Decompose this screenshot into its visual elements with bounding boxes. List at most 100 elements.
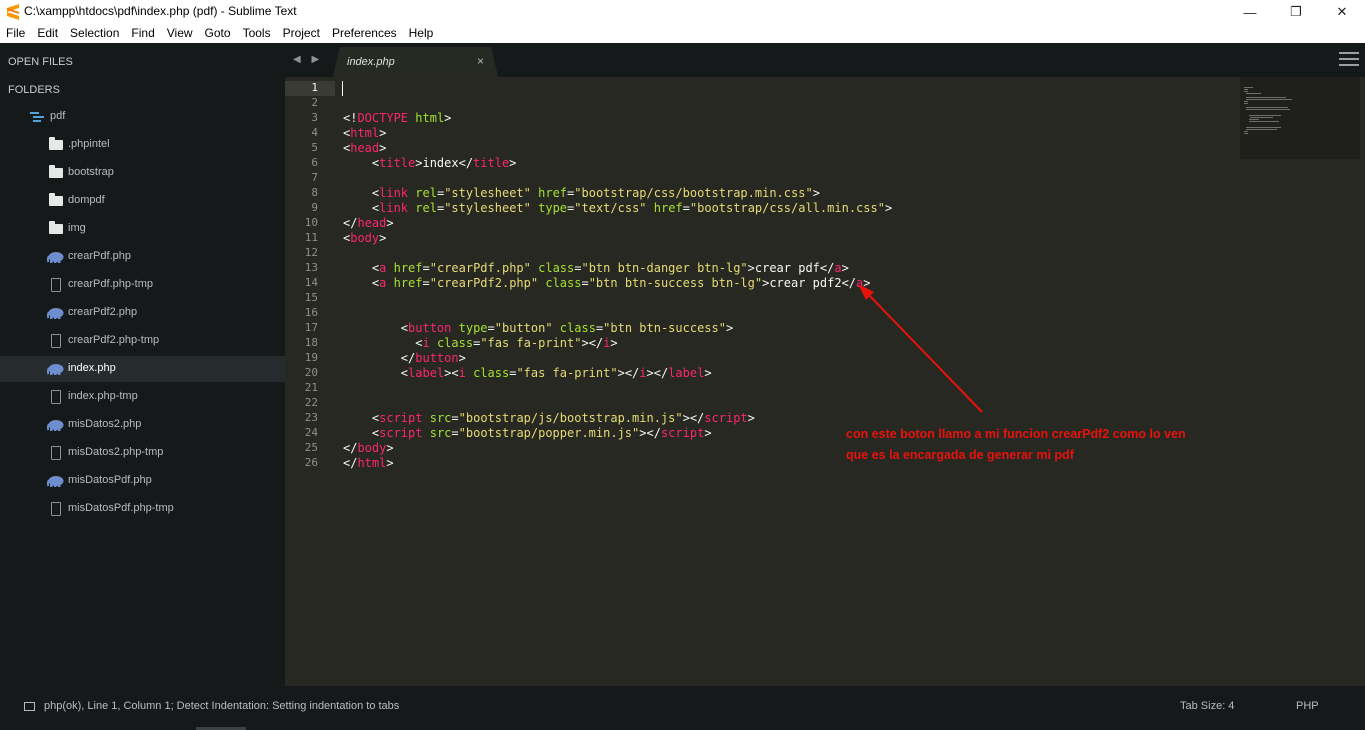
text-caret [342,81,343,96]
line-number: 9 [311,201,318,214]
minimap[interactable] [1240,77,1360,159]
tab-index-php[interactable]: index.php × [333,47,498,77]
minimap-line [1246,97,1286,98]
line-number: 14 [304,276,318,289]
code-line[interactable]: <script src="bootstrap/js/bootstrap.min.… [343,411,755,425]
code-line[interactable]: </html> [343,456,394,470]
sidebar-item-img[interactable]: img [0,216,285,242]
code-line[interactable]: <body> [343,231,386,245]
sidebar-item-misdatospdf-php-tmp[interactable]: misDatosPdf.php-tmp [0,496,285,522]
sidebar-item-misdatospdf-php[interactable]: misDatosPdf.php [0,468,285,494]
menu-edit[interactable]: Edit [31,26,64,40]
file-icon [51,502,61,516]
sidebar-item-label: crearPdf2.php [68,306,138,318]
sidebar-item-misdatos2-php-tmp[interactable]: misDatos2.php-tmp [0,440,285,466]
line-number: 13 [304,261,318,274]
root-folder-row[interactable]: pdf [0,104,285,130]
sidebar: OPEN FILES FOLDERS pdf .phpintel bootstra… [0,43,285,686]
php-elephant-icon [46,306,64,321]
line-number: 12 [304,246,318,259]
menu-preferences[interactable]: Preferences [326,26,403,40]
menu-goto[interactable]: Goto [199,26,237,40]
code-line[interactable]: <i class="fas fa-print"></i> [343,336,617,350]
menu-help[interactable]: Help [403,26,440,40]
line-number: 1 [311,81,318,94]
minimap-line [1244,103,1248,104]
code-line[interactable]: <a href="crearPdf.php" class="btn btn-da… [343,261,849,275]
code-line[interactable]: <!DOCTYPE html> [343,111,451,125]
code-line[interactable]: <label><i class="fas fa-print"></i></lab… [343,366,712,380]
close-window-button[interactable]: ✕ [1319,0,1365,24]
code-line[interactable]: <title>index</title> [343,156,517,170]
sidebar-item-label: bootstrap [68,166,114,178]
sidebar-item-dompdf[interactable]: dompdf [0,188,285,214]
tab-close-icon[interactable]: × [477,54,484,68]
minimap-line [1244,133,1249,134]
annotation-line-1: con este boton llamo a mi funcion crearP… [846,427,1186,441]
hamburger-menu-icon[interactable] [1339,52,1359,66]
line-number: 18 [304,336,318,349]
minimap-line [1248,115,1282,116]
menu-project[interactable]: Project [277,26,326,40]
sidebar-item-label: misDatosPdf.php-tmp [68,502,174,514]
open-folder-icon [30,112,44,122]
sidebar-item-index-php-tmp[interactable]: index.php-tmp [0,384,285,410]
sidebar-item-label: crearPdf.php [68,250,131,262]
annotation-text: con este boton llamo a mi funcion crearP… [846,424,1186,466]
menu-selection[interactable]: Selection [64,26,125,40]
menu-view[interactable]: View [161,26,199,40]
tab-size-indicator[interactable]: Tab Size: 4 [1180,700,1234,712]
sidebar-item-crearpdf-php-tmp[interactable]: crearPdf.php-tmp [0,272,285,298]
code-line[interactable]: </body> [343,441,394,455]
code-line[interactable]: <button type="button" class="btn btn-suc… [343,321,733,335]
line-number: 4 [311,126,318,139]
sidebar-item-index-php[interactable]: index.php [0,356,285,382]
line-number: 24 [304,426,318,439]
code-line[interactable]: <link rel="stylesheet" href="bootstrap/c… [343,186,820,200]
minimap-line [1248,119,1259,120]
sidebar-item-bootstrap[interactable]: bootstrap [0,160,285,186]
folders-header[interactable]: FOLDERS [8,84,60,96]
file-icon [51,446,61,460]
code-line[interactable]: <script src="bootstrap/popper.min.js"></… [343,426,712,440]
sidebar-item-misdatos2-php[interactable]: misDatos2.php [0,412,285,438]
line-number: 15 [304,291,318,304]
sidebar-item-crearpdf-php[interactable]: crearPdf.php [0,244,285,270]
folder-icon [49,193,63,206]
line-number: 7 [311,171,318,184]
code-line[interactable]: <a href="crearPdf2.php" class="btn btn-s… [343,276,871,290]
annotation-line-2: que es la encargada de generar mi pdf [846,448,1074,462]
sidebar-item-crearpdf2-php-tmp[interactable]: crearPdf2.php-tmp [0,328,285,354]
line-number: 17 [304,321,318,334]
panel-toggle-icon[interactable] [24,702,35,711]
minimap-line [1246,107,1289,108]
sidebar-item-label: misDatos2.php-tmp [68,446,164,458]
code-line[interactable]: <link rel="stylesheet" type="text/css" h… [343,201,892,215]
php-elephant-icon [46,474,64,489]
sidebar-item-label: misDatos2.php [68,418,142,430]
line-number: 26 [304,456,318,469]
window-title: C:\xampp\htdocs\pdf\index.php (pdf) - Su… [24,4,297,18]
menu-tools[interactable]: Tools [237,26,277,40]
close-icon: ✕ [1336,4,1348,19]
menu-bar: File Edit Selection Find View Goto Tools… [0,24,1365,42]
code-line[interactable]: <html> [343,126,386,140]
code-editor[interactable]: 1 2 3 4 5 6 7 8 9 10 11 12 13 14 15 16 17 18 19 20 21 22 23 24 2… [285,77,1365,686]
line-number: 8 [311,186,318,199]
minimize-button[interactable]: — [1227,0,1273,24]
menu-find[interactable]: Find [125,26,160,40]
sidebar-item-phpintel[interactable]: .phpintel [0,132,285,158]
status-message: php(ok), Line 1, Column 1; Detect Indent… [44,700,400,712]
code-line[interactable]: </button> [343,351,466,365]
line-number: 25 [304,441,318,454]
code-line[interactable]: </head> [343,216,394,230]
folder-icon [49,137,63,150]
syntax-indicator[interactable]: PHP [1296,700,1319,712]
code-line[interactable]: <head> [343,141,386,155]
root-folder-label: pdf [50,110,66,122]
tab-nav-arrows[interactable]: ◀ ▶ [293,54,323,65]
sidebar-item-crearpdf2-php[interactable]: crearPdf2.php [0,300,285,326]
open-files-header[interactable]: OPEN FILES [8,56,73,68]
maximize-button[interactable]: ❐ [1273,0,1319,24]
menu-file[interactable]: File [0,26,31,40]
